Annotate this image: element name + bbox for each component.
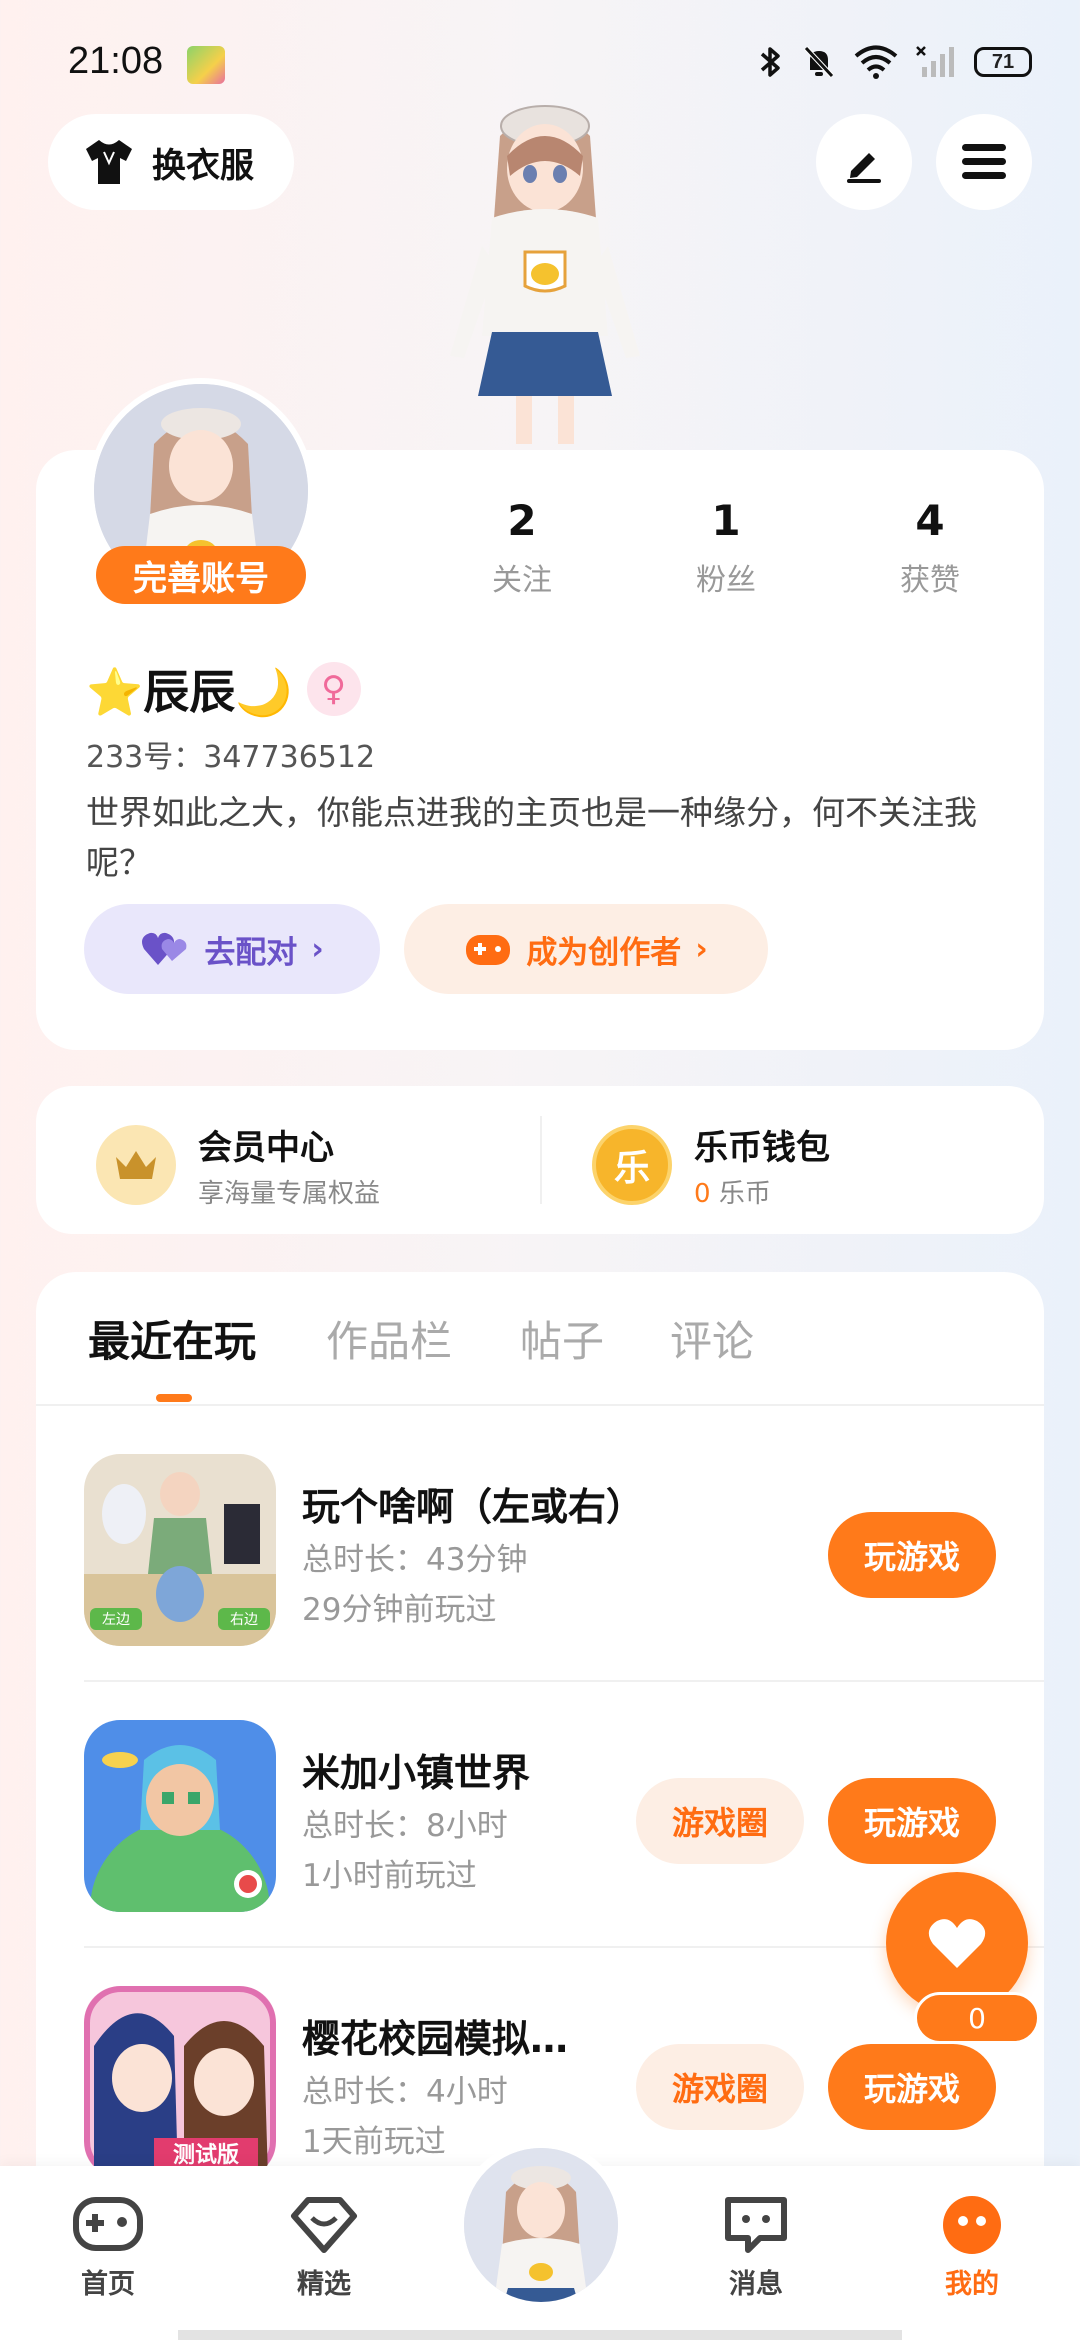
like-count-badge: 0 bbox=[914, 1992, 1040, 2044]
change-outfit-label: 换衣服 bbox=[152, 145, 254, 186]
pair-button[interactable]: 去配对 › bbox=[84, 904, 380, 994]
complete-account-badge[interactable]: 完善账号 bbox=[96, 546, 306, 604]
following-count: 2 bbox=[507, 496, 537, 545]
double-heart-icon bbox=[142, 932, 187, 965]
creator-label: 成为创作者 bbox=[526, 934, 682, 971]
play-game-button[interactable]: 玩游戏 bbox=[828, 1778, 996, 1864]
game-duration: 总时长：8小时 bbox=[302, 1808, 508, 1844]
heart-diamond-icon bbox=[291, 2197, 357, 2253]
game-icon-miga-town[interactable] bbox=[84, 1720, 276, 1912]
game-last-played: 1天前玩过 bbox=[302, 2124, 446, 2160]
game-circle-button[interactable]: 游戏圈 bbox=[636, 2044, 804, 2130]
following-label: 关注 bbox=[492, 563, 552, 598]
stat-likes[interactable]: 4 获赞 bbox=[860, 496, 1000, 599]
vip-center[interactable]: 会员中心 享海量专属权益 bbox=[96, 1120, 380, 1210]
chevron-right-icon: › bbox=[695, 931, 708, 967]
nickname-text: ⭐辰辰🌙 bbox=[86, 665, 293, 719]
nickname: ⭐辰辰🌙 ♀ bbox=[86, 656, 361, 722]
become-creator-button[interactable]: 成为创作者 › bbox=[404, 904, 768, 994]
bluetooth-icon bbox=[760, 47, 780, 77]
status-time: 21:08 bbox=[68, 40, 164, 82]
play-game-button[interactable]: 玩游戏 bbox=[828, 1512, 996, 1598]
female-icon: ♀ bbox=[306, 662, 361, 716]
wallet-unit: 乐币 bbox=[718, 1179, 771, 1209]
game-icon-sakura-school[interactable]: 测试版 bbox=[84, 1986, 276, 2178]
tab-posts[interactable]: 帖子 bbox=[520, 1308, 604, 1369]
crown-icon bbox=[96, 1125, 176, 1205]
game-duration: 总时长：43分钟 bbox=[302, 1542, 528, 1578]
coin-icon: 乐 bbox=[592, 1125, 672, 1205]
battery-indicator: 71 bbox=[974, 47, 1032, 77]
icon-label-right: 右边 bbox=[230, 1612, 258, 1628]
game-row[interactable]: 左边 右边 玩个啥啊（左或右） 总时长：43分钟 29分钟前玩过 玩游戏 bbox=[84, 1416, 1044, 1682]
vip-title: 会员中心 bbox=[198, 1128, 334, 1168]
stat-followers[interactable]: 1 粉丝 bbox=[656, 496, 796, 599]
play-game-button[interactable]: 玩游戏 bbox=[828, 2044, 996, 2130]
nav-home[interactable]: 首页 bbox=[38, 2194, 178, 2301]
home-indicator bbox=[178, 2330, 902, 2340]
pair-label: 去配对 bbox=[204, 934, 298, 971]
nav-featured-label: 精选 bbox=[297, 2269, 351, 2300]
chevron-right-icon: › bbox=[311, 931, 324, 967]
avatar-character-illustration[interactable] bbox=[430, 96, 660, 450]
nav-avatar-button[interactable] bbox=[456, 2140, 626, 2310]
nav-featured[interactable]: 精选 bbox=[254, 2194, 394, 2301]
membership-card: 会员中心 享海量专属权益 乐 乐币钱包 0 乐币 bbox=[36, 1086, 1044, 1234]
nav-messages[interactable]: 消息 bbox=[686, 2194, 826, 2301]
profile-icon bbox=[943, 2196, 1001, 2254]
game-name: 玩个啥啊（左或右） bbox=[302, 1485, 645, 1529]
followers-count: 1 bbox=[711, 496, 741, 545]
pen-icon bbox=[847, 153, 881, 183]
game-name: 樱花校园模拟… bbox=[302, 2017, 569, 2061]
gamepad-plus-icon bbox=[466, 935, 511, 965]
nav-home-label: 首页 bbox=[81, 2269, 135, 2300]
chat-icon bbox=[725, 2197, 787, 2253]
game-icon-left-or-right[interactable]: 左边 右边 bbox=[84, 1454, 276, 1646]
nav-profile[interactable]: 我的 bbox=[902, 2194, 1042, 2301]
tab-recently-played[interactable]: 最近在玩 bbox=[88, 1308, 256, 1369]
app-notification-icon bbox=[187, 46, 225, 84]
stat-following[interactable]: 2 关注 bbox=[452, 496, 592, 599]
edit-profile-button[interactable] bbox=[816, 114, 912, 210]
vip-subtitle: 享海量专属权益 bbox=[198, 1179, 381, 1209]
change-outfit-button[interactable]: 换衣服 bbox=[48, 114, 294, 210]
wifi-icon bbox=[854, 45, 898, 79]
wallet-amount: 0 bbox=[694, 1179, 711, 1209]
wallet-title: 乐币钱包 bbox=[694, 1128, 830, 1168]
followers-label: 粉丝 bbox=[696, 563, 756, 598]
tab-indicator bbox=[156, 1394, 192, 1402]
icon-badge-text: 测试版 bbox=[173, 2143, 239, 2168]
tshirt-icon bbox=[86, 140, 132, 184]
mute-bell-icon bbox=[804, 46, 834, 78]
wallet[interactable]: 乐 乐币钱包 0 乐币 bbox=[592, 1120, 830, 1210]
game-last-played: 1小时前玩过 bbox=[302, 1858, 477, 1894]
tab-comments[interactable]: 评论 bbox=[670, 1308, 754, 1369]
tab-works[interactable]: 作品栏 bbox=[326, 1308, 452, 1369]
menu-button[interactable] bbox=[936, 114, 1032, 210]
user-id: 233号：347736512 bbox=[86, 740, 376, 775]
gamepad-icon bbox=[73, 2197, 143, 2251]
heart-icon bbox=[928, 1919, 986, 1968]
icon-label-left: 左边 bbox=[102, 1612, 130, 1628]
game-circle-button[interactable]: 游戏圈 bbox=[636, 1778, 804, 1864]
nav-profile-label: 我的 bbox=[945, 2269, 999, 2300]
divider bbox=[540, 1116, 542, 1204]
likes-count: 4 bbox=[915, 496, 945, 545]
nav-messages-label: 消息 bbox=[729, 2269, 783, 2300]
nav-avatar-image bbox=[464, 2148, 618, 2302]
wallet-balance: 0 乐币 bbox=[694, 1173, 830, 1210]
likes-label: 获赞 bbox=[900, 563, 960, 598]
status-icons: 71 bbox=[758, 44, 1032, 80]
game-duration: 总时长：4小时 bbox=[302, 2074, 508, 2110]
game-name: 米加小镇世界 bbox=[302, 1751, 531, 1795]
game-last-played: 29分钟前玩过 bbox=[302, 1592, 497, 1628]
no-signal-icon bbox=[916, 46, 954, 77]
hamburger-menu-icon bbox=[962, 144, 1006, 179]
tab-divider bbox=[36, 1404, 1044, 1406]
bio: 世界如此之大，你能点进我的主页也是一种缘分，何不关注我呢？ bbox=[86, 793, 977, 882]
